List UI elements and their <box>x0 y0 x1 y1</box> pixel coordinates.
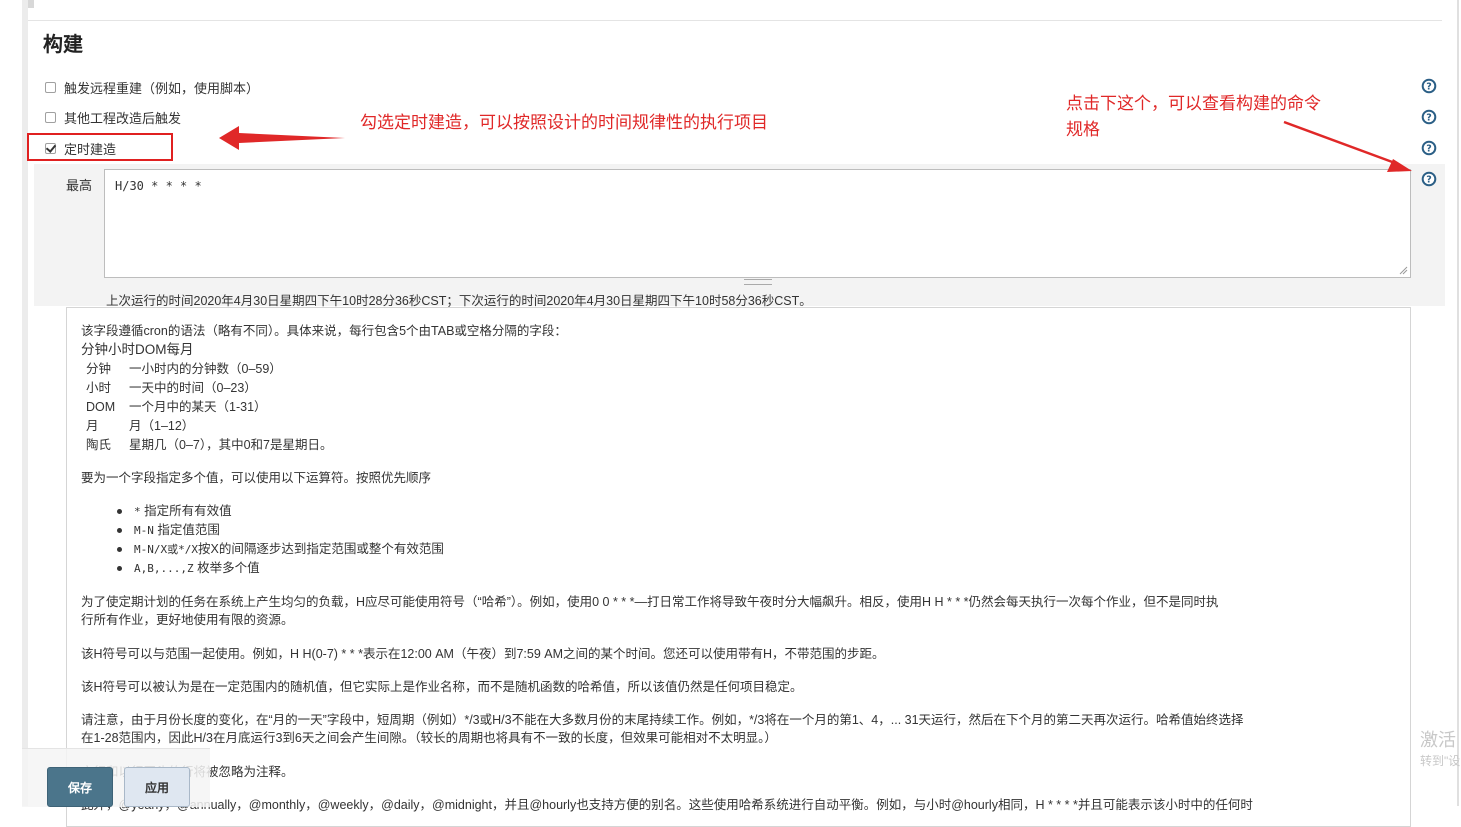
help-field-desc: 一天中的时间（0–23） <box>129 381 257 395</box>
annotation-highlight-box <box>27 133 173 161</box>
bullet-dot <box>117 547 122 552</box>
trigger-remote-build-checkbox[interactable] <box>45 81 56 93</box>
operator-code: * <box>134 505 141 518</box>
help-field-name: 月 <box>86 419 99 433</box>
help-field-desc: 星期几（0–7），其中0和7是星期日。 <box>129 438 333 452</box>
help-icon[interactable]: ? <box>1421 109 1437 125</box>
help-field-desc: 一小时内的分钟数（0–59） <box>129 362 282 376</box>
resize-grip-icon[interactable] <box>1398 265 1408 275</box>
svg-text:?: ? <box>1426 175 1432 186</box>
help-operator-item: M-N/X或*/X按X的间隔逐步达到指定范围或整个有效范围 <box>134 540 444 559</box>
trigger-after-other-projects-label: 其他工程改造后触发 <box>64 110 182 126</box>
help-icon[interactable]: ? <box>1421 140 1437 156</box>
top-divider <box>28 20 1442 21</box>
help-field-desc: 月（1–12） <box>129 419 195 433</box>
right-edge <box>1457 0 1459 806</box>
annotation-right-line1: 点击下这个，可以查看构建的命令 <box>1066 94 1321 113</box>
trigger-remote-build-label: 触发远程重建（例如，使用脚本） <box>64 80 260 96</box>
top-stub <box>28 0 34 8</box>
bullet-dot <box>117 528 122 533</box>
help-operators-intro: 要为一个字段指定多个值，可以使用以下运算符。按照优先顺序 <box>81 471 432 485</box>
section-title: 构建 <box>43 34 83 56</box>
help-range-paragraph: 该H符号可以与范围一起使用。例如，H H(0-7) * * *表示在12:00 … <box>81 647 885 661</box>
help-hash-paragraph-cont: 行所有作业，更好地使用有限的资源。 <box>81 613 294 627</box>
help-operator-item: A,B,...,Z 枚举多个值 <box>134 559 260 578</box>
trigger-remote-build[interactable]: 触发远程重建（例如，使用脚本） <box>45 76 259 98</box>
operator-text: 指定所有有效值 <box>140 504 232 518</box>
left-arrow-icon <box>219 126 345 150</box>
activation-watermark-sub: 转到"设 <box>1420 754 1461 768</box>
operator-text: 枚举多个值 <box>193 561 260 575</box>
schedule-label: 最高 <box>66 178 93 193</box>
help-field-name: 分钟 <box>86 362 112 376</box>
help-operator-item: M-N 指定值范围 <box>134 521 220 540</box>
svg-text:?: ? <box>1426 144 1432 155</box>
help-alias-paragraph: 此外，@yearly，@annually，@monthly，@weekly，@d… <box>81 798 1253 812</box>
help-field-name: 小时 <box>86 381 112 395</box>
apply-button[interactable]: 应用 <box>124 767 190 807</box>
cron-help-panel <box>66 307 1411 827</box>
right-arrow-shaft <box>1283 120 1396 165</box>
help-field-name: 陶氏 <box>86 438 112 452</box>
operator-code: M-N <box>134 524 154 537</box>
bullet-dot <box>117 566 122 571</box>
svg-text:?: ? <box>1426 82 1432 93</box>
operator-code: M-N/X或*/X <box>134 543 198 556</box>
save-button[interactable]: 保存 <box>47 767 113 807</box>
help-note-paragraph-cont: 在1-28范围内，因此H/3在月底运行3到6天之间会产生间隙。（较长的周期也将具… <box>81 731 777 745</box>
textarea-drag-handle[interactable] <box>744 279 772 285</box>
help-note-paragraph: 请注意，由于月份长度的变化，在“月的一天”字段中，短周期（例如）*/3或H/3不… <box>81 713 1244 727</box>
help-operator-item: * 指定所有有效值 <box>134 502 232 521</box>
help-fields-header: 分钟小时DOM每月 <box>81 342 194 357</box>
cron-schedule-input[interactable]: H/30 * * * * <box>104 169 1411 278</box>
annotation-left-text: 勾选定时建造，可以按照设计的时间规律性的执行项目 <box>360 113 768 132</box>
help-field-name: DOM <box>86 400 116 414</box>
left-edge-bar <box>22 0 28 806</box>
help-icon[interactable]: ? <box>1421 171 1437 187</box>
help-random-paragraph: 该H符号可以被认为是在一定范围内的随机值，但它实际上是作业名称，而不是随机函数的… <box>81 680 803 694</box>
help-field-desc: 一个月中的某天（1-31） <box>129 400 267 414</box>
operator-text: 按X的间隔逐步达到指定范围或整个有效范围 <box>197 542 444 556</box>
svg-text:?: ? <box>1426 113 1432 124</box>
trigger-after-other-projects[interactable]: 其他工程改造后触发 <box>45 106 181 128</box>
annotation-right-line2: 规格 <box>1066 120 1100 139</box>
operator-text: 指定值范围 <box>153 523 220 537</box>
help-icon[interactable]: ? <box>1421 78 1437 94</box>
bullet-dot <box>117 509 122 514</box>
operator-code: A,B,...,Z <box>134 562 194 575</box>
help-intro: 该字段遵循cron的语法（略有不同）。具体来说，每行包含5个由TAB或空格分隔的… <box>81 324 567 338</box>
help-hash-paragraph: 为了使定期计划的任务在系统上产生均匀的负载，H应尽可能使用符号（“哈希”）。例如… <box>81 595 1219 609</box>
activation-watermark: 激活 <box>1420 730 1456 750</box>
trigger-after-other-projects-checkbox[interactable] <box>45 111 56 123</box>
